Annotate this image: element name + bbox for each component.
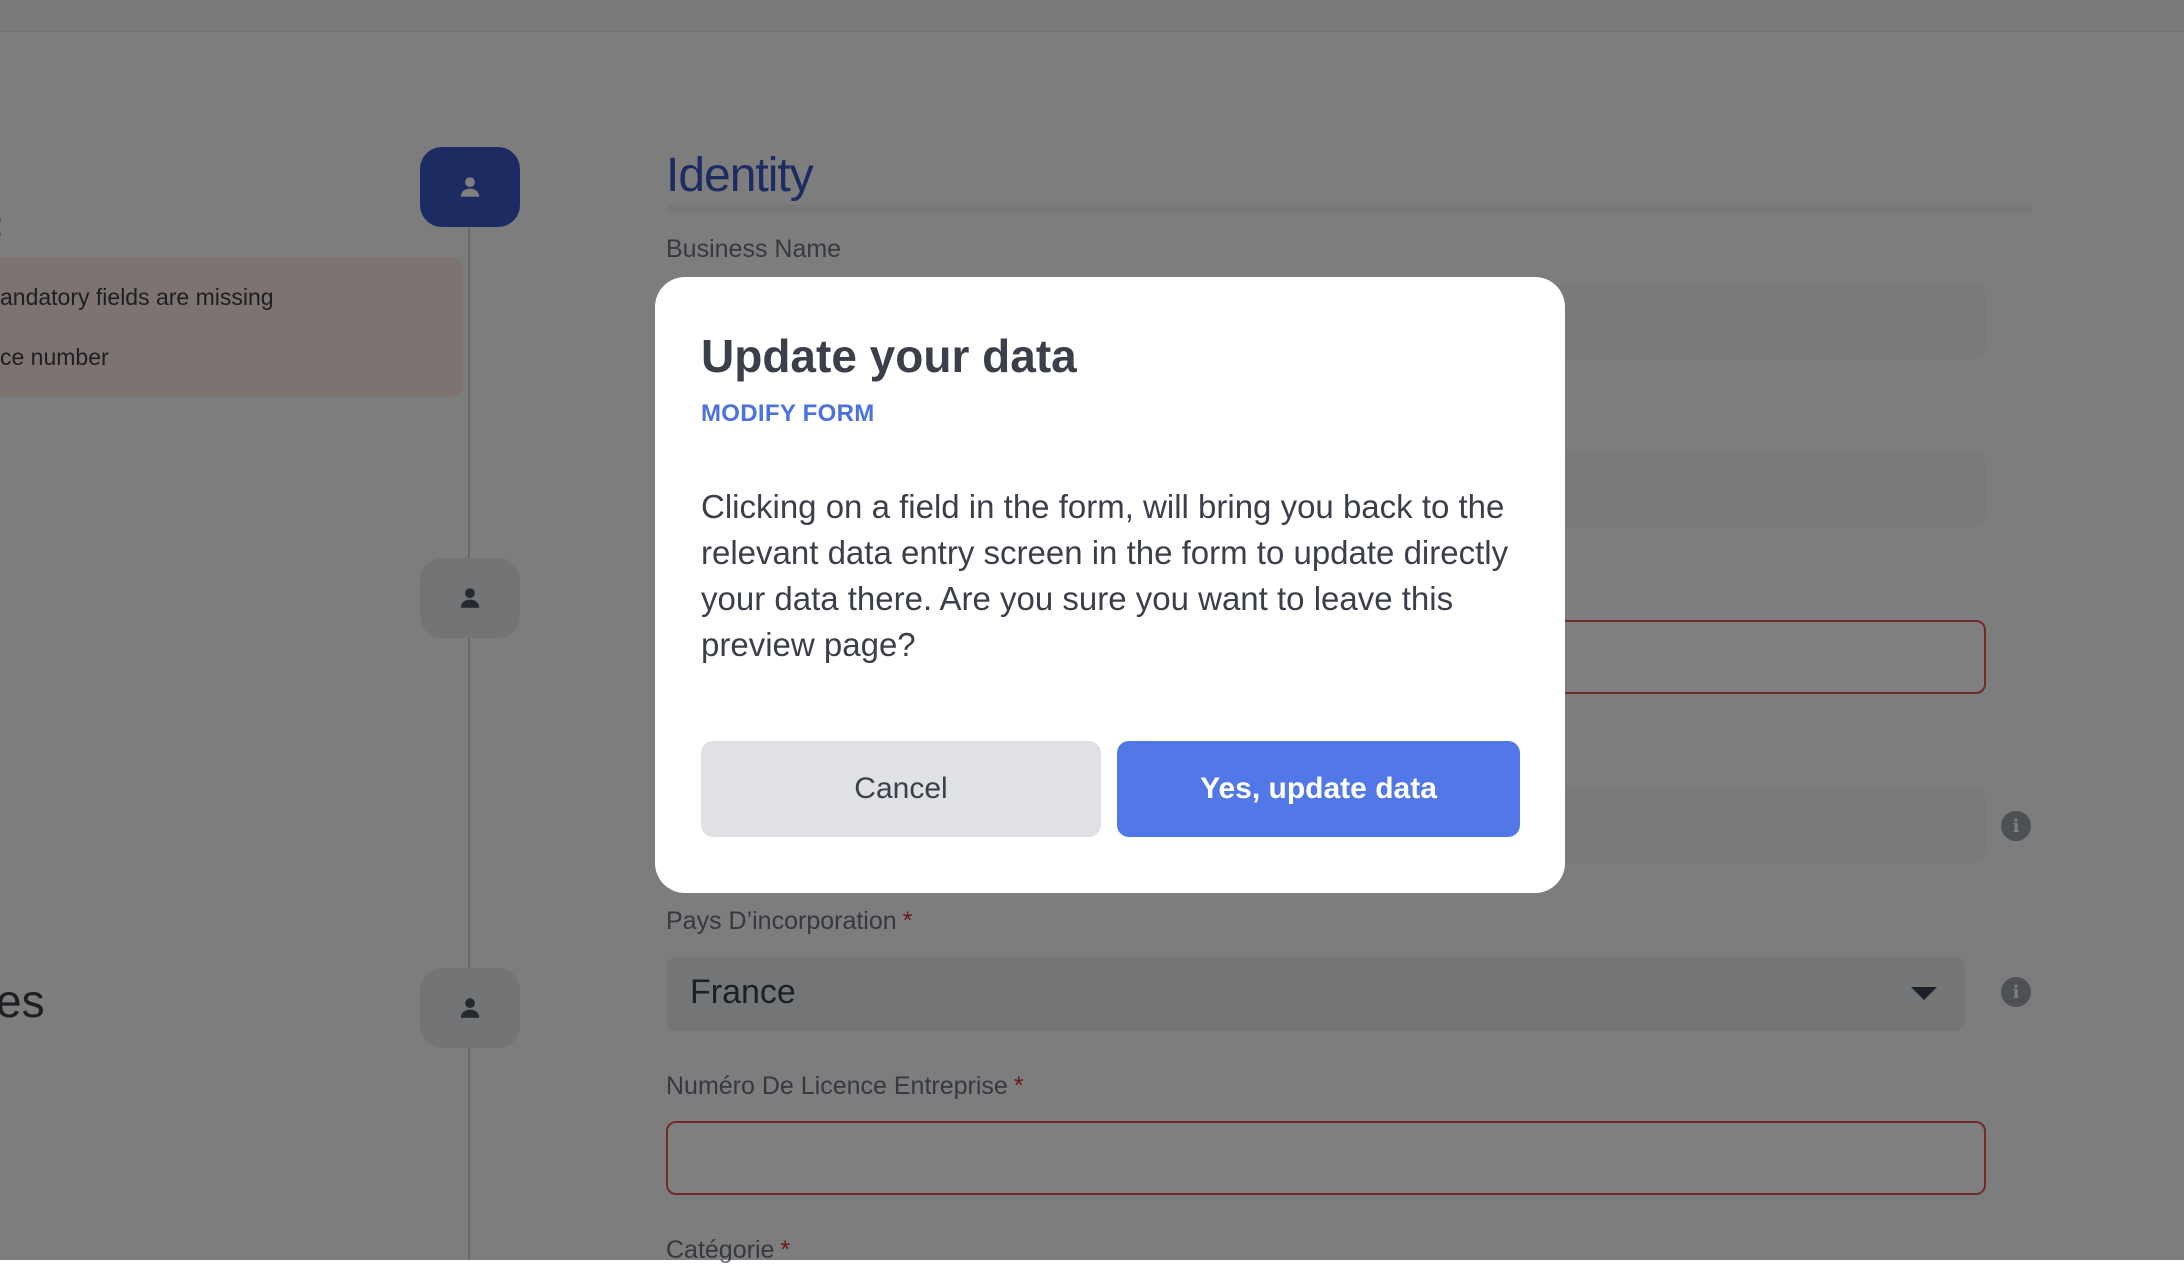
cancel-button[interactable]: Cancel xyxy=(701,741,1101,837)
update-data-dialog: Update your data MODIFY FORM Clicking on… xyxy=(655,277,1565,893)
dialog-subtitle: MODIFY FORM xyxy=(701,400,875,427)
confirm-update-button[interactable]: Yes, update data xyxy=(1117,741,1520,837)
dialog-title: Update your data xyxy=(701,330,1077,382)
dialog-message: Clicking on a field in the form, will br… xyxy=(701,488,1509,663)
